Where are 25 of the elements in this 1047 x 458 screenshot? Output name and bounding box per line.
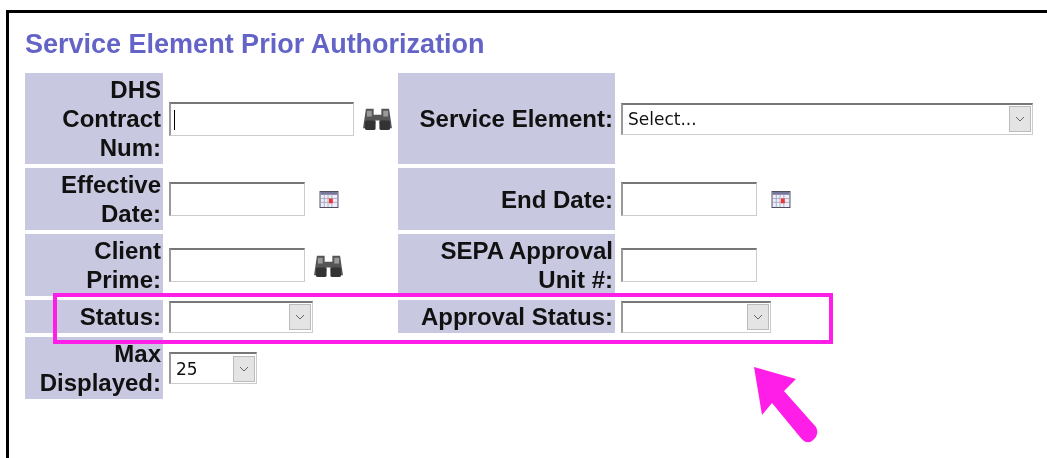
dropdown[interactable]: Select... [621, 102, 1033, 135]
chevron-down-icon [295, 314, 305, 320]
chevron-down-icon [1015, 116, 1025, 122]
text-field[interactable] [169, 248, 305, 282]
text-field[interactable] [621, 248, 757, 282]
calendar-icon[interactable] [319, 190, 339, 208]
dropdown[interactable] [169, 300, 313, 333]
calendar-icon[interactable] [771, 190, 791, 208]
dropdown[interactable] [621, 300, 771, 333]
chevron-down-icon [753, 314, 763, 320]
form-title: Service Element Prior Authorization [25, 28, 485, 61]
field-label: Max Displayed: [39, 340, 161, 396]
text-field[interactable] [621, 182, 757, 216]
field-label: Service Element: [419, 105, 613, 132]
field-label: Client Prime: [86, 237, 161, 293]
field-label: DHS Contract Num: [62, 76, 161, 161]
text-field[interactable] [169, 101, 354, 136]
field-label: SEPA Approval Unit #: [440, 237, 613, 293]
chevron-down-icon [239, 365, 249, 372]
text-field[interactable] [169, 182, 305, 216]
dropdown[interactable]: 25 [169, 352, 257, 384]
field-label: Approval Status: [420, 303, 613, 330]
field-label: End Date: [501, 185, 613, 213]
field-label: Status: [79, 303, 161, 330]
field-label: Effective Date: [60, 171, 161, 227]
